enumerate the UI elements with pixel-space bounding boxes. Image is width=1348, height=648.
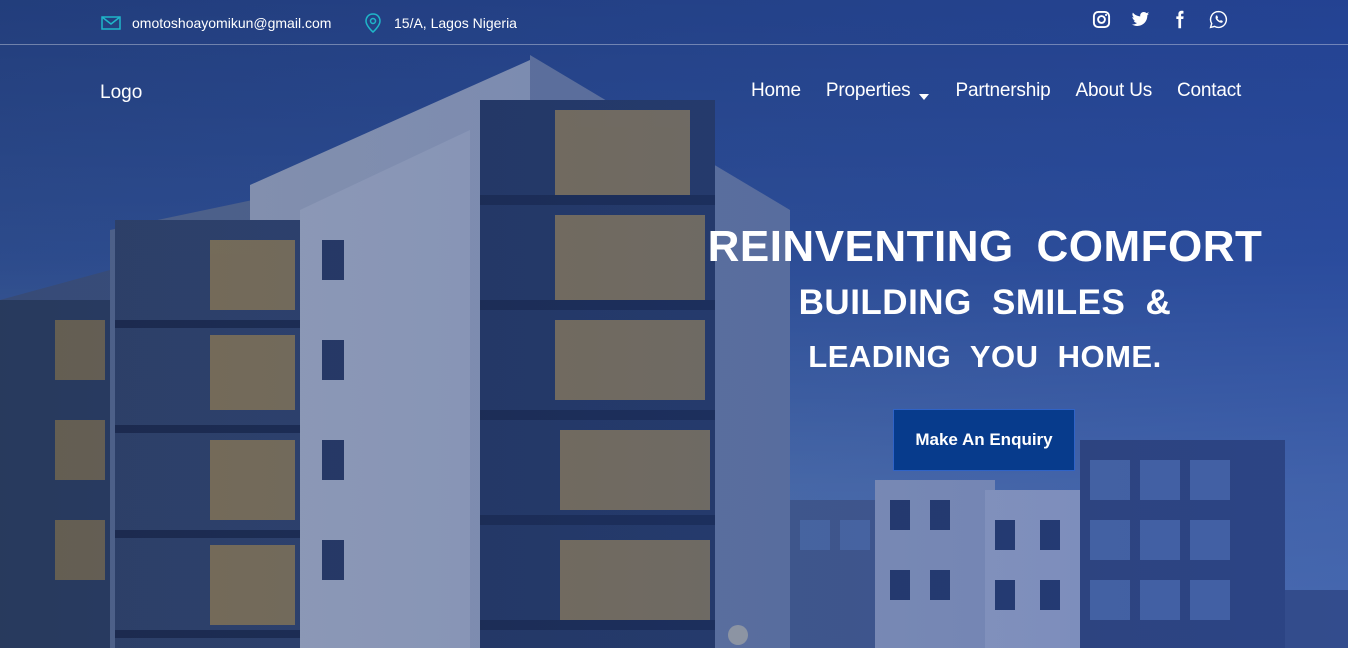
map-pin-icon — [362, 12, 384, 34]
nav-properties-label: Properties — [825, 80, 911, 101]
site-logo[interactable]: Logo — [100, 82, 142, 104]
facebook-icon[interactable] — [1170, 10, 1189, 29]
make-enquiry-button[interactable]: Make An Enquiry — [893, 409, 1075, 471]
email-text: omotoshoayomikun@gmail.com — [132, 15, 332, 31]
nav-partnership[interactable]: Partnership — [956, 80, 1051, 102]
hero-line-3: LEADING YOU HOME. — [808, 339, 1162, 374]
hero-heading: REINVENTING COMFORT BUILDING SMILES & LE… — [700, 220, 1270, 378]
nav-partnership-label: Partnership — [955, 80, 1051, 101]
nav-home[interactable]: Home — [751, 80, 801, 102]
caret-down-icon — [917, 86, 931, 100]
nav-about-label: About Us — [1075, 80, 1153, 101]
instagram-icon[interactable] — [1092, 10, 1111, 29]
address-text: 15/A, Lagos Nigeria — [394, 15, 517, 31]
nav-home-label: Home — [751, 80, 801, 101]
nav-about[interactable]: About Us — [1075, 80, 1152, 102]
nav-contact[interactable]: Contact — [1177, 80, 1241, 102]
envelope-icon — [100, 12, 122, 34]
main-nav: Home Properties Partnership About Us Con… — [751, 80, 1241, 102]
nav-properties[interactable]: Properties — [826, 80, 931, 102]
top-contact-bar: omotoshoayomikun@gmail.com 15/A, Lagos N… — [0, 0, 1348, 45]
twitter-icon[interactable] — [1131, 10, 1150, 29]
address-contact: 15/A, Lagos Nigeria — [362, 12, 517, 34]
whatsapp-icon[interactable] — [1209, 10, 1228, 29]
email-contact[interactable]: omotoshoayomikun@gmail.com — [100, 12, 331, 34]
hero-line-2: BUILDING SMILES & — [798, 283, 1172, 322]
social-links — [1092, 10, 1228, 29]
hero-line-1: REINVENTING COMFORT — [707, 222, 1263, 271]
nav-contact-label: Contact — [1177, 80, 1242, 101]
